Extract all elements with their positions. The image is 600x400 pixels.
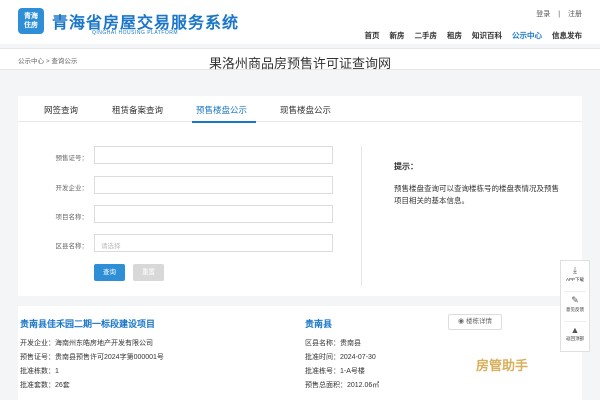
- edit-icon: ✎: [571, 295, 579, 305]
- feedback-button[interactable]: ✎ 意见反馈: [561, 295, 589, 313]
- field-developer: 开发企业：海南州东皓房地产开发有限公司: [20, 338, 153, 348]
- nav-home[interactable]: 首页: [365, 30, 380, 41]
- field-county: 区县名称：贵南县: [305, 338, 361, 348]
- field-label: 区县名称：: [305, 340, 340, 347]
- auth-separator: |: [558, 11, 561, 18]
- toolbar-divider: [564, 291, 586, 292]
- logo-line1: 青海: [24, 13, 38, 20]
- field-label: 批准套数：: [20, 382, 55, 389]
- toolbar-divider: [564, 321, 586, 322]
- field-label: 批准栋号：: [305, 368, 340, 375]
- building-detail-button[interactable]: ◉ 楼栋详情: [448, 314, 502, 330]
- permit-number-label: 预售证号：: [55, 155, 89, 162]
- field-label: 预售证号：: [20, 354, 55, 361]
- register-link[interactable]: 注册: [568, 11, 582, 18]
- download-icon: ⤓: [573, 265, 577, 275]
- login-link[interactable]: 登录: [536, 11, 550, 18]
- project-name-input[interactable]: [94, 205, 333, 223]
- hint-text: 预售楼盘查询可以查询楼栋号的楼盘表情况及预售项目相关的基本信息。: [394, 184, 559, 205]
- field-value: 海南州东皓房地产开发有限公司: [55, 340, 153, 347]
- arrow-up-icon: ▲: [570, 325, 580, 335]
- reset-button[interactable]: 重置: [133, 264, 164, 281]
- breadcrumb-bar: 公示中心 > 查询公示 果洛州商品房预售许可证查询网: [0, 48, 600, 71]
- county-select-placeholder: 请选择: [101, 243, 121, 250]
- nav-new-house[interactable]: 新房: [390, 30, 405, 41]
- back-to-top-button[interactable]: ▲ 返回顶部: [561, 325, 589, 342]
- field-building-count: 批准栋数：1: [20, 366, 59, 376]
- field-value: 1: [55, 368, 59, 375]
- field-label: 批准栋数：: [20, 368, 55, 375]
- watermark: 房管助手: [476, 358, 529, 373]
- tab-spot-sale-publicity[interactable]: 现售楼盘公示: [280, 104, 331, 116]
- nav-knowledge[interactable]: 知识百科: [472, 30, 502, 41]
- nav-info-release[interactable]: 信息发布: [552, 30, 582, 41]
- tab-contract-query[interactable]: 网签查询: [44, 104, 78, 116]
- site-header: 青海 住房 青海省房屋交易服务系统 QINGHAI HOUSING PLATFO…: [0, 0, 600, 44]
- page-title: 果洛州商品房预售许可证查询网: [208, 56, 391, 71]
- main-nav: 首页 新房 二手房 租房 知识百科 公示中心 信息发布: [365, 30, 583, 41]
- field-label: 预售总面积：: [305, 382, 347, 389]
- nav-rent[interactable]: 租房: [447, 30, 462, 41]
- field-unit-count: 批准套数：26套: [20, 380, 70, 390]
- query-button[interactable]: 查询: [94, 264, 125, 281]
- active-tab-indicator: [192, 121, 256, 123]
- feedback-label: 意见反馈: [566, 307, 584, 312]
- tab-bar: 网签查询 租赁备案查询 预售楼盘公示 现售楼盘公示: [18, 96, 582, 123]
- nav-second-hand[interactable]: 二手房: [415, 30, 438, 41]
- query-card: 网签查询 租赁备案查询 预售楼盘公示 现售楼盘公示 预售证号： 开发企业： 项目…: [18, 96, 582, 296]
- floating-toolbar: ⤓ APP下载 ✎ 意见反馈 ▲ 返回顶部: [560, 260, 590, 352]
- permit-number-input[interactable]: [94, 146, 333, 164]
- building-detail-label: 楼栋详情: [466, 318, 493, 325]
- field-value: 2024-07-30: [340, 354, 376, 361]
- site-subtitle: QINGHAI HOUSING PLATFORM: [92, 30, 179, 36]
- field-approval-date: 批准时间：2024-07-30: [305, 352, 376, 362]
- county-select[interactable]: 请选择: [94, 234, 333, 252]
- developer-label: 开发企业：: [55, 185, 89, 192]
- county-label: 区县名称：: [55, 243, 89, 250]
- field-value: 贵南县预售许可2024字第000001号: [55, 354, 164, 361]
- field-total-area: 预售总面积：2012.06㎡: [305, 380, 379, 390]
- tab-lease-record-query[interactable]: 租赁备案查询: [112, 104, 163, 116]
- hint-title: 提示：: [394, 162, 418, 171]
- project-title-link[interactable]: 贵南县佳禾园二期一标段建设项目: [20, 317, 155, 330]
- app-download-label: APP下载: [565, 277, 584, 282]
- nav-public-center[interactable]: 公示中心: [512, 30, 542, 41]
- app-download-button[interactable]: ⤓ APP下载: [561, 265, 589, 283]
- form-divider: [361, 146, 362, 286]
- auth-links: 登录 | 注册: [530, 9, 582, 19]
- project-county: 贵南县: [305, 319, 333, 329]
- field-value: 贵南县: [340, 340, 361, 347]
- site-logo[interactable]: 青海 住房: [18, 8, 44, 34]
- project-name-label: 项目名称：: [55, 214, 89, 221]
- field-value: 26套: [55, 382, 70, 389]
- field-value: 1-A号楼: [340, 368, 365, 375]
- field-label: 批准时间：: [305, 354, 340, 361]
- field-building-number: 批准栋号：1-A号楼: [305, 366, 365, 376]
- eye-icon: ◉: [457, 318, 465, 325]
- result-card: 贵南县佳禾园二期一标段建设项目 贵南县 ◉ 楼栋详情 开发企业：海南州东皓房地产开…: [18, 306, 582, 400]
- developer-input[interactable]: [94, 176, 333, 194]
- back-to-top-label: 返回顶部: [566, 336, 584, 341]
- field-permit-number: 预售证号：贵南县预售许可2024字第000001号: [20, 352, 164, 362]
- tab-presale-publicity[interactable]: 预售楼盘公示: [196, 104, 247, 116]
- logo-line2: 住房: [24, 22, 38, 29]
- field-value: 2012.06㎡: [347, 382, 380, 389]
- field-label: 开发企业：: [20, 340, 55, 347]
